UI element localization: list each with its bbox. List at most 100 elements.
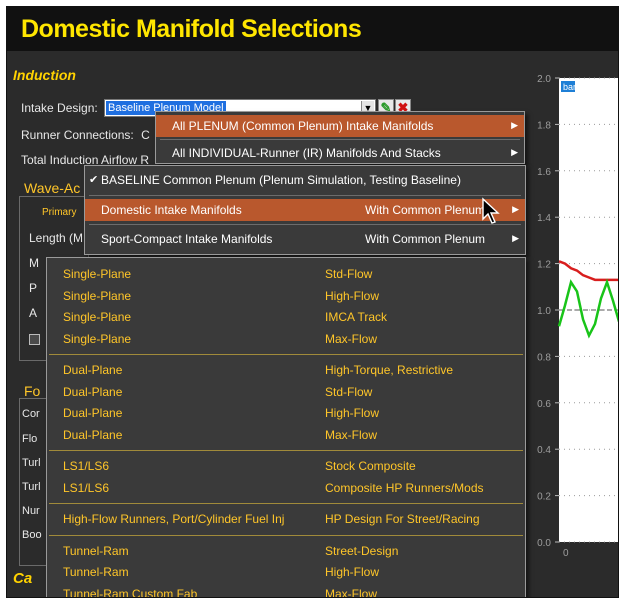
plenum-menu: ✔ BASELINE Common Plenum (Plenum Simulat… [84, 165, 526, 255]
manifold-variant-label: High-Flow [325, 565, 380, 579]
wave-action-title: Wave-Ac [24, 180, 81, 196]
manifold-variant-label: Std-Flow [325, 267, 373, 281]
line-chart: 2.0 1.8 1.6 1.4 1.2 1.0 0.8 0.6 0.4 0.2 0.0 0 bar [537, 74, 618, 559]
manifold-menu-item[interactable]: Tunnel-Ram Street-Design [47, 541, 525, 562]
manifold-variant-label: Max-Flow [325, 427, 378, 442]
submenu-arrow-icon: ▶ [512, 204, 519, 214]
y-tick-label: 0.2 [537, 492, 551, 503]
manifold-menu-item[interactable]: Single-Plane High-Flow [47, 286, 525, 307]
manifold-variant-label: IMCA Track [325, 310, 388, 324]
manifold-variant-label: High-Torque, Restrictive [325, 363, 454, 377]
menu-item-baseline-plenum[interactable]: ✔ BASELINE Common Plenum (Plenum Simulat… [85, 169, 525, 191]
menu-item-sport-compact-label: Sport-Compact Intake Manifolds [101, 232, 273, 246]
x-tick-label: 0 [563, 548, 569, 559]
induction-section-title: Induction [13, 67, 76, 83]
wave-p-label: P [29, 281, 38, 295]
menu-item-all-individual-label: All INDIVIDUAL-Runner (IR) Manifolds And… [172, 146, 441, 160]
menu-divider [160, 139, 520, 140]
length-label: Length (M [29, 231, 84, 245]
manifold-variant-label: High-Flow [325, 406, 380, 420]
manifold-variant-label: Std-Flow [325, 384, 373, 399]
manifold-variant-label: Max-Flow [325, 331, 378, 346]
manifold-menu-item[interactable]: Tunnel-Ram High-Flow [47, 562, 525, 583]
menu-item-sport-compact-right: With Common Plenum [365, 232, 486, 246]
manifold-menu-item[interactable]: Single-Plane IMCA Track [47, 307, 525, 328]
menu-divider [89, 195, 521, 196]
menu-divider [89, 224, 521, 225]
y-tick-label: 1.8 [537, 120, 551, 131]
manifold-menu-item[interactable]: Dual-Plane High-Torque, Restrictive [47, 360, 525, 381]
y-tick-label: 1.2 [537, 260, 551, 271]
manifold-menu-item[interactable]: Dual-Plane High-Flow [47, 403, 525, 424]
manifold-type-label: Tunnel-Ram Custom Fab [63, 586, 198, 598]
runner-connections-value: C [141, 128, 150, 142]
manifold-type-label: Single-Plane [63, 267, 132, 281]
manifold-variant-label: HP Design For Street/Racing [325, 512, 480, 526]
manifold-type-label: Single-Plane [63, 331, 132, 346]
chart-panel: 2.0 1.8 1.6 1.4 1.2 1.0 0.8 0.6 0.4 0.2 0.0 0 bar [515, 51, 618, 597]
manifold-variant-label: Street-Design [325, 543, 399, 558]
menu-item-baseline-label: BASELINE Common Plenum (Plenum Simulatio… [101, 173, 461, 187]
manifold-type-label: Tunnel-Ram [63, 565, 129, 579]
manifold-type-label: High-Flow Runners, Port/Cylinder Fuel In… [63, 512, 285, 526]
menu-item-all-individual[interactable]: All INDIVIDUAL-Runner (IR) Manifolds And… [156, 142, 524, 164]
wave-m-label: M [29, 256, 39, 270]
menu-item-sport-compact[interactable]: Sport-Compact Intake Manifolds With Comm… [85, 228, 525, 250]
submenu-arrow-icon: ▶ [512, 233, 519, 243]
manifold-menu-item[interactable]: Dual-Plane Std-Flow [47, 382, 525, 403]
y-tick-label: 0.8 [537, 352, 551, 363]
wave-checkbox[interactable] [29, 334, 40, 345]
menu-item-all-plenum[interactable]: All PLENUM (Common Plenum) Intake Manifo… [156, 115, 524, 137]
y-tick-label: 1.6 [537, 167, 551, 178]
manifold-type-label: Single-Plane [63, 310, 132, 324]
runner-connections-label: Runner Connections: C [21, 128, 150, 142]
manifold-type-label: Dual-Plane [63, 363, 123, 377]
submenu-divider [49, 354, 523, 355]
submenu-arrow-icon: ▶ [511, 147, 518, 157]
y-tick-label: 0.6 [537, 399, 551, 410]
window-title: Domestic Manifold Selections [21, 15, 362, 43]
y-tick-label: 1.4 [537, 213, 551, 224]
intake-type-menu: All PLENUM (Common Plenum) Intake Manifo… [155, 111, 525, 164]
submenu-divider [49, 450, 523, 451]
menu-item-domestic-right: With Common Plenum [365, 203, 486, 217]
menu-item-all-plenum-label: All PLENUM (Common Plenum) Intake Manifo… [172, 119, 434, 133]
y-tick-label: 0.0 [537, 538, 551, 549]
manifold-menu-item[interactable]: Tunnel-Ram Custom Fab Max-Flow [47, 584, 525, 598]
manifold-variant-label: Composite HP Runners/Mods [325, 480, 484, 495]
legend-label: bar [563, 82, 576, 92]
fuel-section-title: Fo [24, 383, 41, 399]
manifold-type-label: Tunnel-Ram [63, 543, 129, 558]
manifold-type-label: LS1/LS6 [63, 459, 110, 473]
cam-section-title: Ca [13, 570, 33, 587]
y-tick-label: 2.0 [537, 74, 551, 85]
manifold-menu-item[interactable]: LS1/LS6 Composite HP Runners/Mods [47, 478, 525, 499]
manifold-variant-label: Stock Composite [325, 459, 416, 473]
app-window: Domestic Manifold Selections Induction I… [6, 6, 619, 598]
domestic-manifold-submenu: Single-Plane Std-Flow Single-Plane High-Flo… [46, 257, 526, 598]
manifold-type-label: LS1/LS6 [63, 480, 110, 495]
intake-design-label: Intake Design: [21, 101, 98, 115]
manifold-variant-label: High-Flow [325, 288, 380, 303]
mouse-cursor-icon [482, 197, 500, 224]
fuel-row-6: Boo [22, 529, 42, 541]
manifold-menu-item[interactable]: High-Flow Runners, Port/Cylinder Fuel In… [47, 509, 525, 530]
checkmark-icon: ✔ [89, 174, 99, 186]
menu-item-domestic-intake[interactable]: Domestic Intake Manifolds With Common Pl… [85, 199, 525, 221]
manifold-type-label: Single-Plane [63, 288, 132, 303]
manifold-menu-item[interactable]: Single-Plane Max-Flow [47, 329, 525, 350]
manifold-menu-item[interactable]: Dual-Plane Max-Flow [47, 425, 525, 446]
manifold-menu-item[interactable]: Single-Plane Std-Flow [47, 264, 525, 285]
manifold-type-label: Dual-Plane [63, 406, 123, 420]
y-tick-label: 1.0 [537, 306, 551, 317]
submenu-arrow-icon: ▶ [511, 120, 518, 130]
menu-item-domestic-label: Domestic Intake Manifolds [101, 203, 242, 217]
fuel-row-1: Cor [22, 408, 40, 420]
fuel-row-5: Nur [22, 505, 40, 517]
primary-tab[interactable]: Primary [42, 207, 76, 218]
manifold-menu-item[interactable]: LS1/LS6 Stock Composite [47, 456, 525, 477]
title-bar: Domestic Manifold Selections [7, 7, 618, 51]
fuel-row-4: Turl [22, 481, 41, 493]
runner-connections-text: Runner Connections: [21, 128, 134, 142]
manifold-variant-label: Max-Flow [325, 586, 378, 598]
